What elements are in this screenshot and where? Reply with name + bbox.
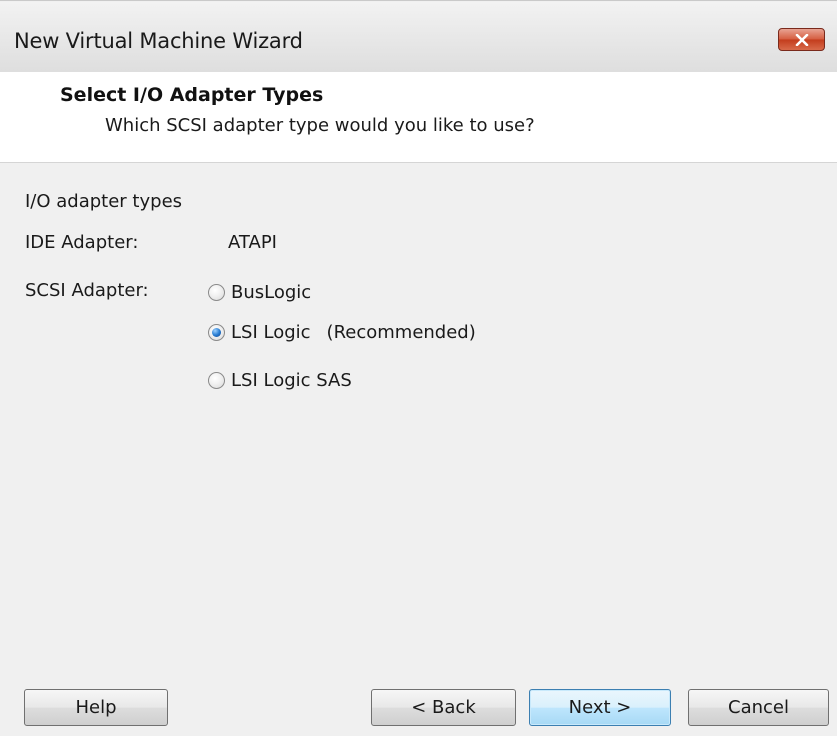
radio-option-lsi-logic[interactable]: LSI Logic (Recommended) bbox=[208, 318, 476, 346]
page-title: Select I/O Adapter Types bbox=[60, 84, 324, 106]
radio-button[interactable] bbox=[208, 371, 225, 389]
page-subtitle: Which SCSI adapter type would you like t… bbox=[105, 115, 535, 136]
next-button[interactable]: Next > bbox=[529, 689, 671, 726]
back-button[interactable]: < Back bbox=[371, 689, 516, 726]
title-bar: New Virtual Machine Wizard bbox=[0, 2, 837, 72]
radio-label: LSI Logic SAS bbox=[231, 369, 352, 391]
ide-adapter-label: IDE Adapter: bbox=[25, 232, 139, 253]
close-button[interactable] bbox=[778, 28, 825, 51]
recommended-note: (Recommended) bbox=[326, 321, 476, 343]
window-title: New Virtual Machine Wizard bbox=[14, 29, 303, 53]
wizard-content: I/O adapter types IDE Adapter: ATAPI SCS… bbox=[0, 163, 837, 643]
radio-button-selected[interactable] bbox=[208, 323, 225, 341]
cancel-button[interactable]: Cancel bbox=[688, 689, 829, 726]
radio-option-lsi-logic-sas[interactable]: LSI Logic SAS bbox=[208, 366, 352, 394]
radio-label: BusLogic bbox=[231, 281, 312, 303]
adapter-group-label: I/O adapter types bbox=[25, 191, 183, 212]
wizard-window: New Virtual Machine Wizard Select I/O Ad… bbox=[0, 0, 837, 736]
radio-dot bbox=[212, 327, 221, 337]
scsi-adapter-label: SCSI Adapter: bbox=[25, 280, 149, 301]
radio-label: LSI Logic bbox=[231, 321, 311, 343]
wizard-footer: Help < Back Next > Cancel bbox=[0, 661, 837, 737]
radio-option-buslogic[interactable]: BusLogic bbox=[208, 278, 311, 306]
ide-adapter-value: ATAPI bbox=[228, 232, 277, 253]
wizard-header: Select I/O Adapter Types Which SCSI adap… bbox=[0, 72, 837, 163]
radio-button[interactable] bbox=[208, 283, 225, 301]
help-button[interactable]: Help bbox=[24, 689, 168, 726]
close-icon bbox=[795, 33, 808, 46]
